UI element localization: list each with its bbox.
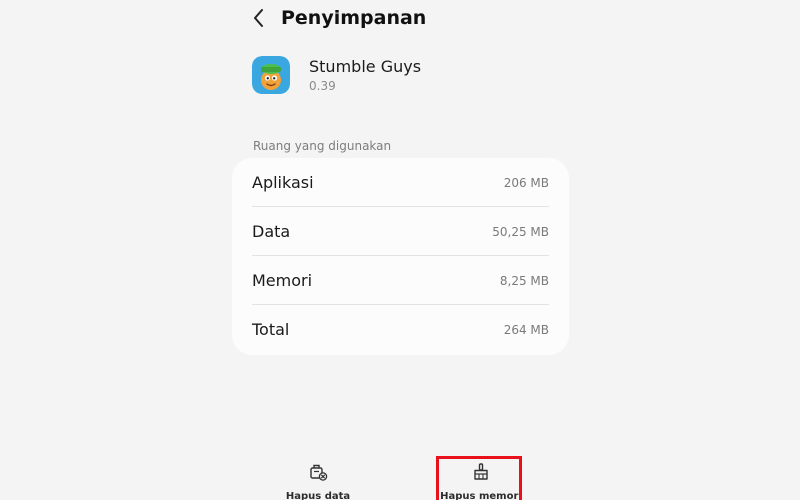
- storage-row-cache: Memori 8,25 MB: [252, 256, 549, 305]
- storage-row-data: Data 50,25 MB: [252, 207, 549, 256]
- clear-cache-button[interactable]: Hapus memori: [421, 462, 541, 500]
- app-info: Stumble Guys 0.39: [252, 56, 421, 94]
- app-version: 0.39: [309, 79, 336, 93]
- app-name: Stumble Guys: [309, 57, 422, 76]
- stumble-guys-app-icon: [252, 56, 290, 94]
- storage-card: Aplikasi 206 MB Data 50,25 MB Memori 8,2…: [232, 158, 569, 355]
- row-value: 8,25 MB: [499, 273, 549, 288]
- storage-row-app: Aplikasi 206 MB: [252, 158, 549, 207]
- row-value: 264 MB: [503, 322, 549, 337]
- header: Penyimpanan: [244, 0, 426, 36]
- clear-data-button[interactable]: Hapus data: [258, 462, 378, 500]
- row-label: Aplikasi: [252, 173, 314, 192]
- clear-data-label: Hapus data: [285, 491, 351, 500]
- row-label: Memori: [252, 271, 313, 290]
- section-title: Ruang yang digunakan: [253, 139, 392, 153]
- row-label: Total: [252, 320, 290, 339]
- broom-icon: [474, 463, 488, 480]
- storage-screen: Penyimpanan Stumble Guys 0.39 Ruang yang…: [0, 0, 800, 500]
- back-button[interactable]: [244, 3, 274, 33]
- app-text: Stumble Guys 0.39: [309, 57, 421, 93]
- clear-cache-label: Hapus memori: [440, 491, 522, 500]
- row-label: Data: [252, 222, 291, 241]
- row-value: 50,25 MB: [492, 224, 549, 239]
- clear-data-icon: [310, 464, 328, 481]
- row-value: 206 MB: [503, 175, 549, 190]
- chevron-left-icon: [254, 9, 263, 27]
- storage-row-total: Total 264 MB: [252, 305, 549, 354]
- page-title: Penyimpanan: [281, 7, 427, 29]
